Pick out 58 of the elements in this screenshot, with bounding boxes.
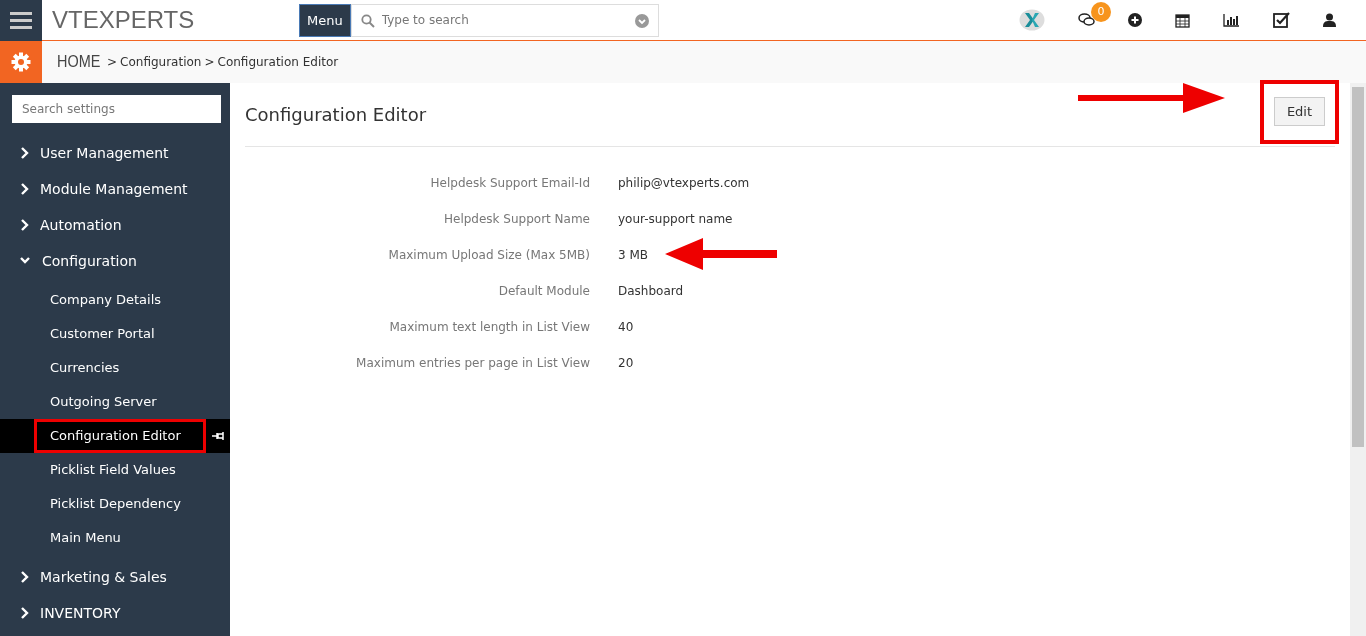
sidebar-section[interactable]: Configuration (0, 243, 230, 279)
settings-button[interactable] (0, 41, 42, 83)
x-logo-icon[interactable] (1019, 9, 1045, 31)
sidebar-item[interactable]: Company Details (34, 283, 206, 317)
pin-icon[interactable] (212, 432, 226, 440)
sidebar-item[interactable]: Main Menu (34, 521, 206, 555)
scrollbar[interactable] (1350, 83, 1366, 636)
add-icon[interactable] (1128, 13, 1142, 27)
settings-icon (11, 52, 31, 72)
chevron-right-icon (20, 607, 30, 619)
sidebar-item[interactable]: Picklist Dependency (34, 487, 206, 521)
chevron-right-icon (20, 183, 30, 195)
page-title: Configuration Editor (245, 104, 427, 125)
scrollbar-thumb[interactable] (1352, 87, 1364, 447)
field-label: Helpdesk Support Name (442, 212, 590, 226)
field-value: 3 MB (618, 248, 649, 262)
breadcrumb-separator: > (107, 55, 118, 69)
field-label: Maximum Upload Size (Max 5MB) (387, 248, 590, 262)
breadcrumb-item[interactable]: Configuration Editor (217, 55, 339, 69)
menu-button[interactable]: Menu (299, 3, 351, 37)
search-field[interactable]: Search settings (12, 95, 221, 123)
field-value: 40 (618, 320, 634, 334)
sidebar-section[interactable]: Module Management (0, 171, 230, 207)
menu-button[interactable] (0, 0, 42, 41)
sidebar-item[interactable]: Picklist Field Values (34, 453, 206, 487)
user-icon[interactable] (1323, 13, 1336, 27)
search-icon (360, 13, 375, 28)
field-label: Helpdesk Support Email-Id (429, 176, 590, 190)
breadcrumb-separator: > (204, 55, 215, 69)
sidebar-section[interactable]: INVENTORY (0, 595, 230, 631)
chevron-right-icon (20, 219, 30, 231)
search-field[interactable]: Type to search (350, 3, 659, 37)
edit-button[interactable]: Edit (1273, 97, 1326, 126)
sidebar-item[interactable]: Outgoing Server (34, 385, 206, 419)
field-value: 20 (618, 356, 634, 370)
calendar-icon[interactable] (1175, 12, 1190, 28)
sidebar-item[interactable]: Customer Portal (34, 317, 206, 351)
field-label: Default Module (497, 284, 590, 298)
sidebar-item[interactable]: Currencies (34, 351, 206, 385)
chat-icon[interactable] (1078, 13, 1095, 27)
sidebar-section[interactable]: User Management (0, 135, 230, 171)
field-value: philip@vtexperts.com (618, 176, 750, 190)
sidebar-section[interactable]: Automation (0, 207, 230, 243)
bar-chart-icon[interactable] (1223, 13, 1240, 27)
field-label: Maximum entries per page in List View (355, 356, 590, 370)
sidebar-item[interactable]: Configuration Editor (34, 419, 206, 453)
logo: VTEXPERTS (52, 6, 196, 34)
field-value: Dashboard (618, 284, 684, 298)
chevron-right-icon (20, 147, 30, 159)
checkbox-icon[interactable] (1273, 12, 1290, 28)
chevron-right-icon (20, 571, 30, 583)
home-link[interactable]: HOME (57, 52, 101, 72)
breadcrumb-item[interactable]: Configuration (120, 55, 202, 69)
notification-badge: 0 (1091, 2, 1111, 22)
dropdown-icon[interactable] (634, 13, 649, 28)
field-label: Maximum text length in List View (388, 320, 590, 334)
field-value: your-support name (618, 212, 733, 226)
sidebar-section[interactable]: Marketing & Sales (0, 559, 230, 595)
